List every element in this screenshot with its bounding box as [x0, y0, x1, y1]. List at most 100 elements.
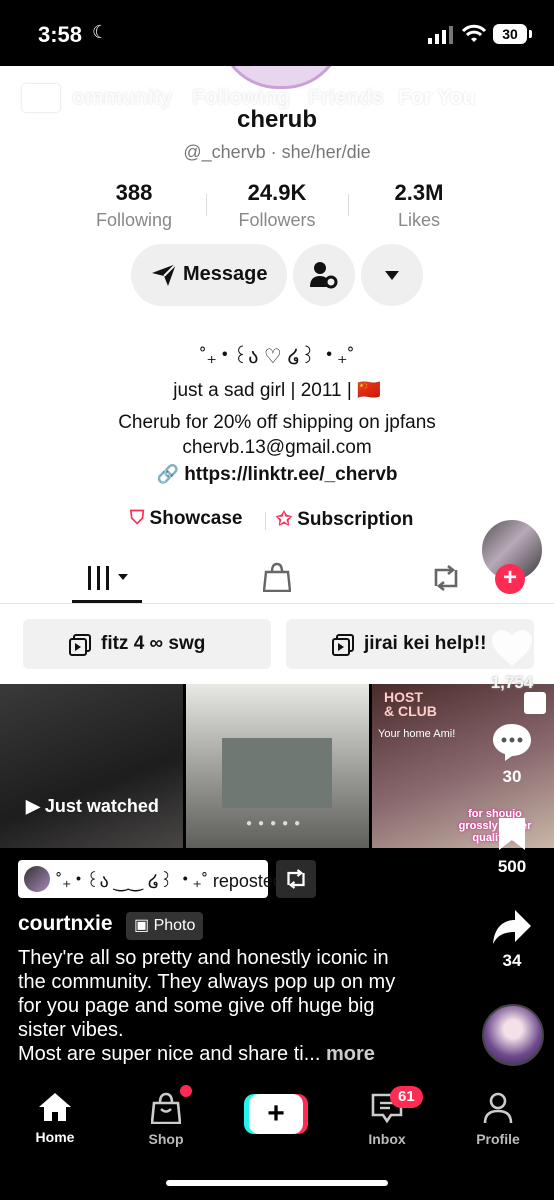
nav-shop[interactable]: Shop	[121, 1092, 211, 1147]
just-watched-label: ▶ Just watched	[26, 796, 159, 816]
send-icon	[152, 263, 177, 286]
nav-shop-label: Shop	[148, 1131, 184, 1147]
more-options-button[interactable]	[361, 244, 423, 306]
video-thumbnail[interactable]: ●●●●●	[186, 684, 369, 848]
share-count: 34	[502, 951, 522, 970]
comment-button[interactable]: 30	[488, 722, 536, 787]
star-icon: ✩	[276, 509, 292, 530]
play-icon: ▶	[26, 796, 40, 816]
heart-icon	[492, 630, 532, 666]
profile-name: cherub	[236, 106, 317, 133]
more-link[interactable]: more	[326, 1043, 375, 1065]
nav-profile[interactable]: Profile	[453, 1092, 543, 1147]
stat-following-value: 388	[115, 180, 153, 205]
nav-profile-label: Profile	[476, 1131, 520, 1147]
nav-inbox-label: Inbox	[368, 1131, 406, 1147]
tab-reposts[interactable]	[430, 564, 462, 597]
moon-icon: ☾	[92, 22, 109, 42]
playlist-chip[interactable]: fitz 4 ∞ swg	[23, 619, 271, 669]
stat-following[interactable]: 388 Following	[54, 180, 214, 231]
photo-icon: ▣	[134, 917, 150, 934]
showcase-label: Showcase	[149, 508, 243, 529]
follow-settings-button[interactable]	[293, 244, 355, 306]
save-button[interactable]: 500	[488, 816, 536, 877]
playlist-icon	[69, 634, 91, 656]
like-count: 1,754	[490, 673, 534, 692]
comment-count: 30	[502, 767, 522, 786]
nav-home[interactable]: Home	[10, 1092, 100, 1145]
message-button[interactable]: Message	[131, 244, 287, 306]
stat-likes-value: 2.3M	[394, 180, 444, 205]
playlist-label: fitz 4 ∞ swg	[101, 633, 206, 654]
repost-icon	[434, 564, 458, 592]
video-thumbnail[interactable]: ▶ Just watched	[0, 684, 183, 848]
images-icon	[524, 692, 546, 714]
stat-likes-label: Likes	[397, 210, 441, 230]
bio-line: Cherub for 20% off shipping on jpfans	[118, 412, 436, 433]
profile-panel: LIVE ommunity Following Friends For You …	[0, 66, 554, 684]
reposted-badge[interactable]: ˚₊‧꒰ა ‿‿ ໒꒱ ‧₊˚ reposted	[18, 860, 283, 898]
stat-followers-value: 24.9K	[247, 180, 307, 205]
grid-icon	[88, 566, 128, 590]
bio-kaomoji: ˚₊‧꒰ა ♡ ໒꒱ ‧₊˚	[199, 346, 355, 368]
post-author[interactable]: courtnxie	[18, 912, 113, 936]
post-caption[interactable]: They're all so pretty and honestly iconi…	[18, 946, 418, 1066]
link-icon: 🔗	[156, 464, 179, 484]
bio-link[interactable]: 🔗 https://linktr.ee/_chervb	[0, 464, 554, 486]
home-icon	[39, 1093, 71, 1121]
showcase-link[interactable]: ⛉ Showcase	[130, 508, 242, 530]
tab-shop[interactable]	[262, 562, 292, 597]
carousel-dots: ●●●●●	[246, 818, 307, 829]
wifi-icon	[462, 24, 486, 42]
bio-line: just a sad girl | 2011 | 🇨🇳	[173, 380, 381, 401]
subscription-label: Subscription	[297, 509, 414, 530]
divider	[265, 512, 266, 530]
home-indicator	[166, 1180, 388, 1186]
follow-plus-icon[interactable]: +	[495, 564, 525, 594]
profile-icon	[483, 1092, 513, 1124]
stat-following-label: Following	[95, 210, 173, 230]
stat-likes[interactable]: 2.3M Likes	[339, 180, 499, 231]
photo-badge: ▣ Photo	[126, 912, 204, 940]
reposted-label: ˚₊‧꒰ა ‿‿ ໒꒱ ‧₊˚ reposted	[56, 871, 283, 891]
stat-followers[interactable]: 24.9K Followers	[197, 180, 357, 231]
message-label: Message	[183, 263, 268, 285]
status-bar: 3:58 ☾ 30	[0, 0, 554, 66]
plus-icon: +	[249, 1094, 303, 1134]
status-time: 3:58	[38, 22, 83, 47]
share-icon	[493, 910, 531, 944]
user-settings-icon	[310, 262, 338, 289]
chevron-down-icon	[385, 271, 399, 280]
stat-followers-label: Followers	[238, 210, 316, 230]
repost-button[interactable]	[276, 860, 316, 898]
battery-indicator: 30	[493, 24, 532, 44]
like-button[interactable]: 1,754	[488, 628, 536, 693]
avatar	[24, 866, 50, 892]
share-button[interactable]: 34	[488, 908, 536, 971]
playlist-icon	[332, 634, 354, 656]
thumbnail-title: HOST & CLUB	[384, 689, 437, 719]
create-button[interactable]: +	[244, 1094, 308, 1134]
video-grid: ▶ Just watched ●●●●● HOST & CLUB Your ho…	[0, 684, 554, 848]
playlist-label: jirai kei help!!	[364, 633, 487, 654]
nav-home-label: Home	[35, 1129, 75, 1145]
signal-icon	[428, 26, 453, 44]
thumbnail-image	[222, 738, 332, 808]
tab-videos[interactable]	[86, 566, 130, 595]
shopping-bag-icon	[150, 1092, 182, 1125]
comment-icon	[493, 724, 531, 761]
notification-dot	[180, 1085, 192, 1097]
save-count: 500	[497, 857, 527, 876]
bio-link-text: https://linktr.ee/_chervb	[184, 464, 398, 485]
shopping-bag-icon	[262, 562, 292, 593]
post-info: ˚₊‧꒰ა ‿‿ ໒꒱ ‧₊˚ reposted courtnxie ▣ Pho…	[0, 848, 554, 1082]
profile-handle: @_chervb · she/her/die	[183, 142, 371, 162]
subscription-link[interactable]: ✩ Subscription	[276, 508, 413, 531]
bookmark-icon	[499, 818, 525, 850]
divider	[0, 603, 554, 604]
repost-icon	[287, 869, 305, 889]
bio-email: chervb.13@gmail.com	[182, 437, 372, 458]
thumbnail-subtitle: Your home Ami!	[378, 728, 456, 740]
shopping-bag-icon: ⛉	[130, 508, 145, 529]
sound-disc[interactable]	[482, 1004, 544, 1066]
